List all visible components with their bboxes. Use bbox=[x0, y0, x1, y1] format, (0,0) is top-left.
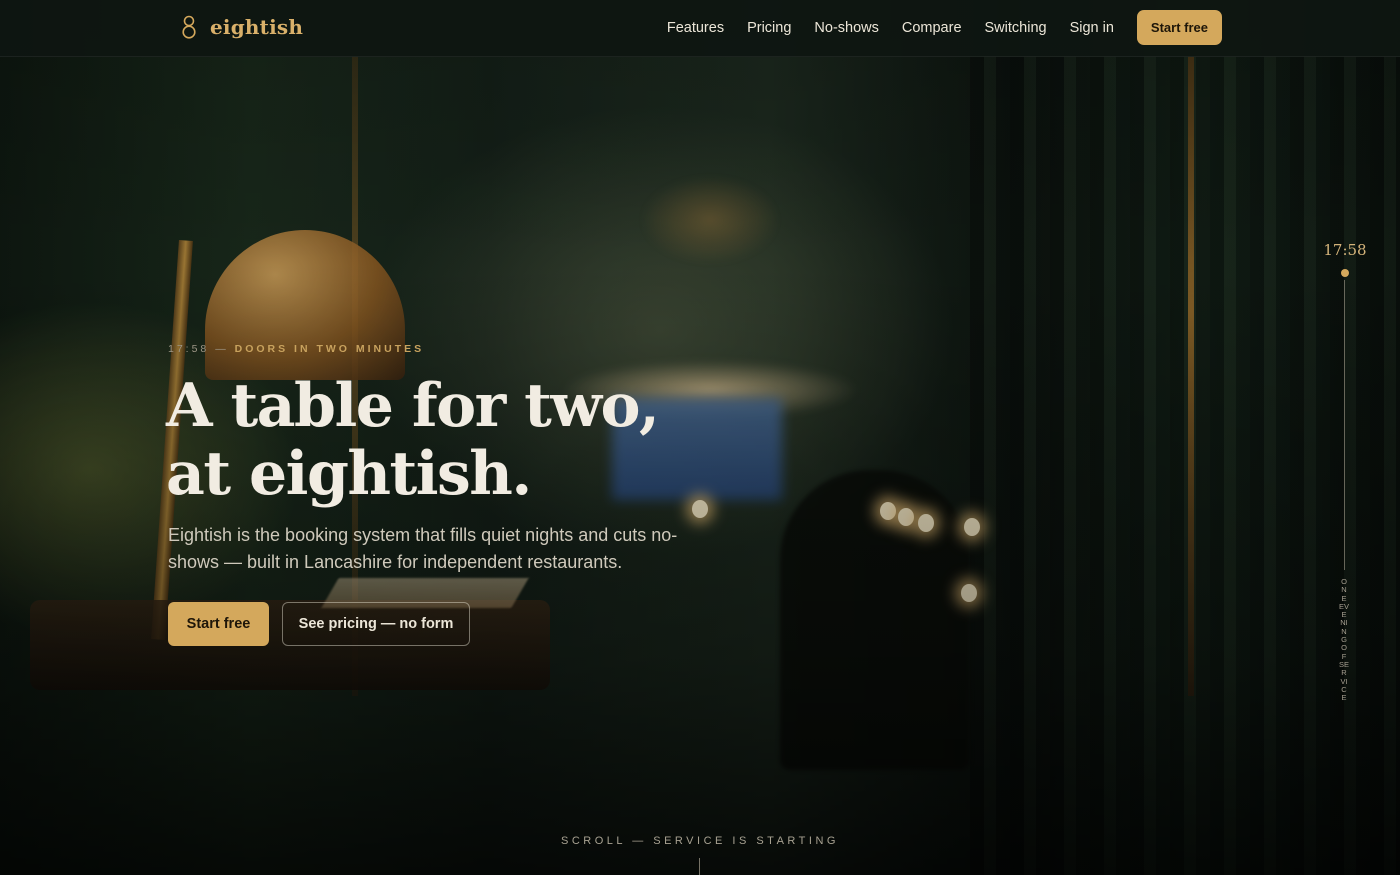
nav-link-no-shows[interactable]: No-shows bbox=[814, 20, 878, 36]
timeline-label: ONE EVENING OF SERVICE bbox=[1339, 577, 1350, 703]
headline-line-2: at eightish. bbox=[166, 439, 532, 509]
nav-link-features[interactable]: Features bbox=[667, 20, 724, 36]
start-free-button[interactable]: Start free bbox=[168, 602, 269, 646]
eyebrow-message: DOORS IN TWO MINUTES bbox=[234, 343, 425, 355]
nav-link-sign-in[interactable]: Sign in bbox=[1070, 20, 1114, 36]
headline-line-1: A table for two, bbox=[166, 371, 660, 441]
service-clock: 17:58 bbox=[1323, 241, 1367, 259]
eyebrow-time: 17:58 bbox=[168, 343, 210, 355]
eyebrow-separator: — bbox=[215, 343, 229, 355]
scroll-cue[interactable]: SCROLL — SERVICE IS STARTING bbox=[0, 835, 1400, 847]
hero-eyebrow: 17:58 — DOORS IN TWO MINUTES bbox=[168, 343, 424, 355]
scroll-line bbox=[699, 858, 700, 875]
timeline-marker bbox=[1341, 269, 1349, 277]
nav-links: Features Pricing No-shows Compare Switch… bbox=[667, 10, 1222, 45]
figure-eight-icon bbox=[182, 15, 196, 39]
nav-start-free-button[interactable]: Start free bbox=[1136, 10, 1222, 45]
top-navigation: eightish Features Pricing No-shows Compa… bbox=[0, 0, 1400, 57]
hero-subtitle: Eightish is the booking system that fill… bbox=[168, 525, 678, 572]
nav-link-switching[interactable]: Switching bbox=[985, 20, 1047, 36]
nav-link-compare[interactable]: Compare bbox=[902, 20, 962, 36]
timeline-track bbox=[1344, 280, 1345, 570]
see-pricing-button[interactable]: See pricing — no form bbox=[282, 602, 470, 646]
hero-headline: A table for two, at eightish. bbox=[166, 371, 660, 509]
nav-link-pricing[interactable]: Pricing bbox=[747, 20, 791, 36]
brand-logo[interactable]: eightish bbox=[180, 14, 303, 40]
brand-name: eightish bbox=[210, 15, 304, 39]
